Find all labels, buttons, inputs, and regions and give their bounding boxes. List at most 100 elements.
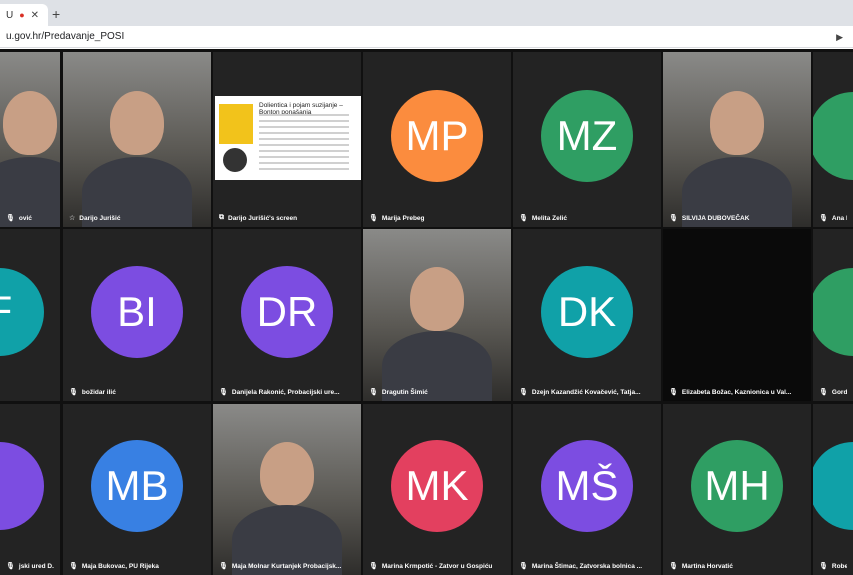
participant-name-label: 🎙 Dragutin Šimić [369, 388, 505, 397]
participant-name: Melita Zelić [531, 214, 567, 222]
participant-tile[interactable]: MŠ 🎙 Marina Štimac, Zatvorska bolnica ... [513, 404, 661, 575]
participant-avatar [813, 442, 853, 531]
participant-name: ović [18, 214, 32, 222]
browser-tab-bar: U ● ✕ + [0, 0, 853, 26]
tab-title: U [6, 9, 14, 21]
participant-avatar: MP [391, 90, 483, 182]
participant-tile[interactable]: 🎙Ana B [813, 52, 853, 227]
participant-tile[interactable]: 🎙 Dragutin Šimić [363, 229, 511, 401]
participant-tile[interactable]: 🎙 ović [0, 52, 60, 227]
person-silhouette-icon [110, 90, 164, 155]
person-silhouette-icon [260, 441, 314, 506]
participant-name-label: 🎙 Marina Štimac, Zatvorska bolnica ... [519, 562, 655, 571]
mic-off-icon: 🎙 [819, 389, 828, 396]
mic-off-icon: 🎙 [519, 215, 528, 222]
browser-tab[interactable]: U ● ✕ [0, 4, 48, 26]
participant-name-label: 🎙 Melita Zelić [519, 214, 655, 223]
participant-name: Martina Horvatić [681, 562, 733, 570]
participant-name: Rober [831, 562, 847, 570]
participant-tile[interactable]: BI 🎙 božidar ilić [63, 229, 211, 401]
participant-tile[interactable]: 🎙 jski ured D... [0, 404, 60, 575]
extension-icon[interactable]: ▶ [836, 32, 843, 43]
mic-off-icon: 🎙 [6, 215, 15, 222]
participant-tile[interactable]: 🎙 Elizabeta Božac, Kaznionica u Val... [663, 229, 811, 401]
slide-text-line [259, 156, 349, 158]
participant-avatar: F [0, 267, 44, 356]
new-tab-button[interactable]: + [52, 6, 60, 22]
participant-video [663, 52, 811, 227]
mic-off-icon: 🎙 [819, 563, 828, 570]
participant-avatar: MŠ [541, 440, 633, 533]
slide-image [219, 104, 253, 144]
participant-avatar: DR [241, 265, 333, 358]
person-silhouette-icon [710, 90, 764, 155]
participant-name: Maja Bukovac, PU Rijeka [81, 562, 159, 570]
participant-video [213, 404, 361, 575]
mic-off-icon: 🎙 [669, 563, 678, 570]
shared-screen: Dolientica i pojam suzijanje – Bonton po… [215, 96, 361, 180]
participant-name: Darijo Jurišić [79, 214, 121, 222]
mic-off-icon: 🎙 [369, 389, 378, 396]
person-silhouette-icon [410, 266, 464, 331]
participant-tile[interactable]: MZ 🎙 Melita Zelić [513, 52, 661, 227]
participant-video [0, 52, 60, 227]
participant-name: SILVIJA DUBOVEČAK [681, 214, 750, 222]
participant-avatar: MZ [541, 90, 633, 182]
url-text: u.gov.hr/Predavanje_POSI [6, 31, 125, 42]
participant-name: Marina Štimac, Zatvorska bolnica ... [531, 562, 643, 570]
slide-text-line [259, 168, 349, 170]
participant-name-label: 🎙 božidar ilić [69, 388, 205, 397]
participant-avatar: MB [91, 440, 183, 533]
participant-name: Dragutin Šimić [381, 388, 428, 396]
participant-name-label: 🎙 Maja Molnar Kurtanjek Probacijsk... [219, 562, 355, 571]
participant-name-label: 🎙 Maja Bukovac, PU Rijeka [69, 562, 205, 571]
slide-text-line [259, 144, 349, 146]
participant-name-label: ⧉ Darijo Jurišić's screen [219, 214, 355, 222]
participant-name-label: 🎙Rober [819, 562, 847, 571]
participant-tile[interactable]: 🎙Rober [813, 404, 853, 575]
participant-tile[interactable]: Dolientica i pojam suzijanje – Bonton po… [213, 52, 361, 227]
participant-tile[interactable]: 🎙 Maja Molnar Kurtanjek Probacijsk... [213, 404, 361, 575]
participant-name-label: 🎙 Dzejn Kazandžić Kovačević, Tatja... [519, 388, 655, 397]
participant-avatar: DK [541, 265, 633, 358]
participant-tile[interactable]: DR 🎙 Danijela Rakonić, Probacijski ure... [213, 229, 361, 401]
slide-image-phone [223, 148, 247, 172]
participant-tile[interactable]: MK 🎙 Marina Krmpotić - Zatvor u Gospiću [363, 404, 511, 575]
participant-name: Marija Prebeg [381, 214, 425, 222]
participant-name: Danijela Rakonić, Probacijski ure... [231, 388, 340, 396]
participant-video [63, 52, 211, 227]
mic-off-icon: 🎙 [6, 563, 15, 570]
participant-name: Ana B [831, 214, 847, 222]
mic-off-icon: 🎙 [669, 389, 678, 396]
participant-name-label: 🎙 Martina Horvatić [669, 562, 805, 571]
participant-name: Elizabeta Božac, Kaznionica u Val... [681, 388, 792, 396]
participant-tile[interactable]: MH 🎙 Martina Horvatić [663, 404, 811, 575]
participant-name-label: 🎙 jski ured D... [6, 562, 54, 571]
participant-name-label: 🎙Ana B [819, 214, 847, 223]
close-icon[interactable]: ✕ [31, 10, 39, 21]
participant-name-label: ☆ Darijo Jurišić [69, 214, 205, 223]
participant-tile[interactable]: 🎙 SILVIJA DUBOVEČAK [663, 52, 811, 227]
meeting-grid: 🎙 ović ☆ Darijo Jurišić Dolientica i pojam s… [0, 49, 853, 575]
mic-off-icon: 🎙 [69, 563, 78, 570]
participant-name-label: 🎙 SILVIJA DUBOVEČAK [669, 214, 805, 223]
participant-tile[interactable]: ☆ Darijo Jurišić [63, 52, 211, 227]
mic-off-icon: 🎙 [219, 563, 228, 570]
mic-off-icon: 🎙 [69, 389, 78, 396]
slide-text-line [259, 132, 349, 134]
participant-name: Marina Krmpotić - Zatvor u Gospiću [381, 562, 493, 570]
address-bar[interactable]: u.gov.hr/Predavanje_POSI ▶ [0, 26, 853, 48]
participant-avatar: MK [391, 440, 483, 533]
slide-text-line [259, 150, 349, 152]
participant-avatar [813, 267, 853, 356]
participant-tile[interactable]: MP 🎙 Marija Prebeg [363, 52, 511, 227]
participant-tile[interactable]: F [0, 229, 60, 401]
participant-name-label: 🎙 Marina Krmpotić - Zatvor u Gospiću [369, 562, 505, 571]
participant-name: Darijo Jurišić's screen [228, 214, 298, 222]
participant-tile[interactable]: DK 🎙 Dzejn Kazandžić Kovačević, Tatja... [513, 229, 661, 401]
mic-off-icon: 🎙 [369, 215, 378, 222]
participant-tile[interactable]: MB 🎙 Maja Bukovac, PU Rijeka [63, 404, 211, 575]
participant-tile[interactable]: 🎙Gorda [813, 229, 853, 401]
slide-text-line [259, 162, 349, 164]
participant-video [363, 229, 511, 401]
